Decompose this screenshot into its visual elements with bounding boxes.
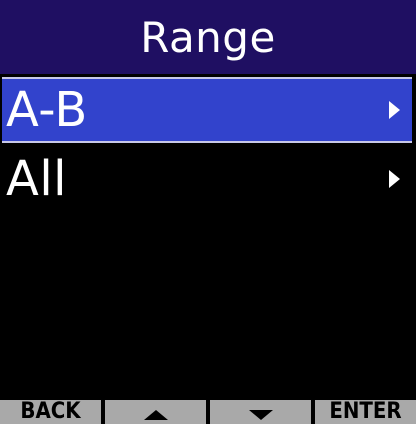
softkey-bar: BACK ENTER — [0, 400, 416, 424]
back-button-label: BACK — [20, 400, 81, 424]
page-title: Range — [140, 13, 276, 62]
triangle-up-icon — [143, 410, 168, 420]
screen: Range A-B All BACK ENTER — [0, 0, 416, 424]
triangle-down-icon — [248, 410, 273, 420]
menu-item-label: A-B — [6, 82, 88, 138]
enter-button[interactable]: ENTER — [315, 400, 416, 424]
chevron-right-icon — [389, 170, 400, 188]
back-button[interactable]: BACK — [0, 400, 101, 424]
menu-item-a-b[interactable]: A-B — [2, 77, 412, 143]
chevron-right-icon — [389, 101, 400, 119]
down-button[interactable] — [210, 400, 311, 424]
menu-item-label: All — [6, 151, 68, 207]
enter-button-label: ENTER — [329, 400, 402, 424]
title-bar: Range — [0, 0, 416, 74]
menu-item-all[interactable]: All — [2, 146, 412, 212]
up-button[interactable] — [105, 400, 206, 424]
